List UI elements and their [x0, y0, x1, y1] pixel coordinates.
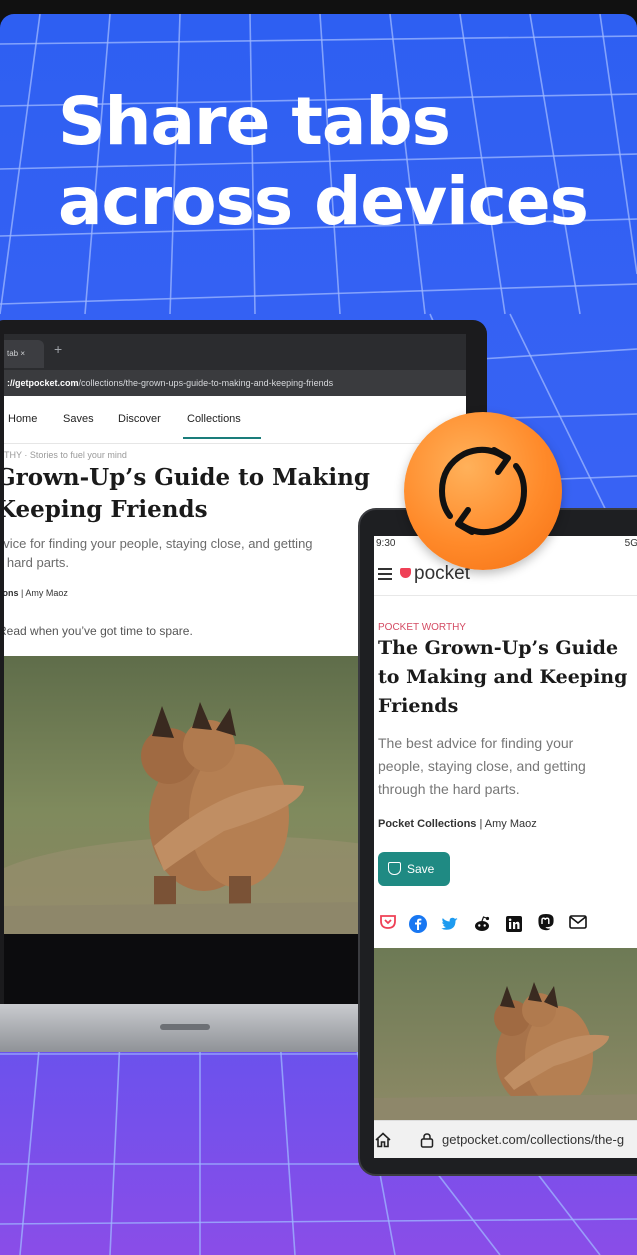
status-time: 9:30: [376, 538, 396, 549]
url-host: ://getpocket.com: [7, 378, 79, 388]
home-icon[interactable]: [374, 1131, 392, 1149]
phone-frame: 9:30 5G pocket POCKET WORTHY The Grown-U…: [358, 508, 637, 1176]
byline-collection[interactable]: Pocket Collections: [378, 818, 476, 830]
byline-separator: |: [21, 588, 24, 598]
read-time-note: Read when you’ve got time to spare.: [4, 624, 193, 638]
article-summary-line-2: people, staying close, and getting: [378, 758, 586, 774]
headline-line-1: Share tabs: [58, 83, 451, 160]
linkedin-icon[interactable]: [504, 914, 524, 934]
tab-close-icon[interactable]: ×: [20, 349, 25, 358]
byline-collection[interactable]: ions: [4, 588, 19, 598]
article-title-line-2: to Making and Keeping: [378, 666, 628, 688]
phone-screen: 9:30 5G pocket POCKET WORTHY The Grown-U…: [374, 536, 637, 1158]
twitter-icon[interactable]: [440, 914, 460, 934]
email-icon[interactable]: [568, 912, 588, 932]
mastodon-icon[interactable]: [536, 912, 556, 932]
address-bar[interactable]: ://getpocket.com/collections/the-grown-u…: [4, 370, 466, 396]
pocket-icon[interactable]: [378, 912, 398, 932]
promo-screen: Share tabs across devices tab × + ://get…: [0, 14, 637, 1255]
nav-saves[interactable]: Saves: [63, 413, 94, 425]
article-summary-line-3: through the hard parts.: [378, 781, 520, 797]
site-nav: Home Saves Discover Collections: [4, 396, 466, 444]
share-row: [378, 912, 618, 934]
article-byline: Pocket Collections | Amy Maoz: [378, 818, 537, 830]
menu-icon[interactable]: [378, 568, 392, 580]
byline-separator: |: [479, 818, 483, 830]
sync-arrows-icon: [438, 446, 528, 536]
laptop-hinge: [160, 1024, 210, 1030]
laptop-base: [0, 1004, 370, 1052]
lock-icon: [420, 1133, 434, 1148]
headline-line-2: across devices: [58, 163, 589, 240]
url-path: /collections/the-grown-ups-guide-to-maki…: [78, 378, 334, 388]
nav-home[interactable]: Home: [8, 413, 37, 425]
article-hero-image: [374, 948, 637, 1120]
article-title-line-1: Grown-Up’s Guide to Making: [4, 464, 370, 491]
save-button-label: Save: [407, 862, 435, 876]
article-kicker: POCKET WORTHY: [378, 622, 466, 633]
save-button[interactable]: Save: [378, 852, 450, 886]
phone-address-bar[interactable]: getpocket.com/collections/the-g: [374, 1120, 637, 1158]
browser-chrome: tab × + ://getpocket.com/collections/the…: [4, 334, 466, 396]
headline: Share tabs across devices: [58, 82, 628, 242]
nav-discover[interactable]: Discover: [118, 413, 161, 425]
byline-author[interactable]: Amy Maoz: [485, 818, 537, 830]
phone-url-text: getpocket.com/collections/the-g: [442, 1132, 625, 1147]
byline-author[interactable]: Amy Maoz: [25, 588, 68, 598]
facebook-icon[interactable]: [408, 914, 428, 934]
pocket-logo-icon: [400, 568, 411, 578]
fox-photo: [374, 948, 637, 1120]
article-summary: The best advice for finding your people,…: [378, 732, 586, 801]
article-summary-line-1: The best advice for finding your: [378, 735, 574, 751]
status-network: 5G: [624, 538, 637, 549]
article-title-line-1: The Grown-Up’s Guide: [378, 637, 619, 659]
sync-icon: [404, 412, 562, 570]
save-icon: [388, 862, 401, 875]
article-title: The Grown-Up’s Guide to Making and Keepi…: [378, 634, 637, 721]
reddit-icon[interactable]: [472, 914, 492, 934]
article-title-line-3: Friends: [378, 695, 459, 717]
tab-label: tab: [7, 349, 19, 358]
article-byline: ions | Amy Maoz: [4, 588, 68, 598]
nav-collections[interactable]: Collections: [183, 413, 261, 439]
article-kicker: THY · Stories to fuel your mind: [4, 450, 127, 460]
browser-tab[interactable]: tab ×: [4, 340, 44, 368]
new-tab-icon[interactable]: +: [54, 341, 62, 357]
